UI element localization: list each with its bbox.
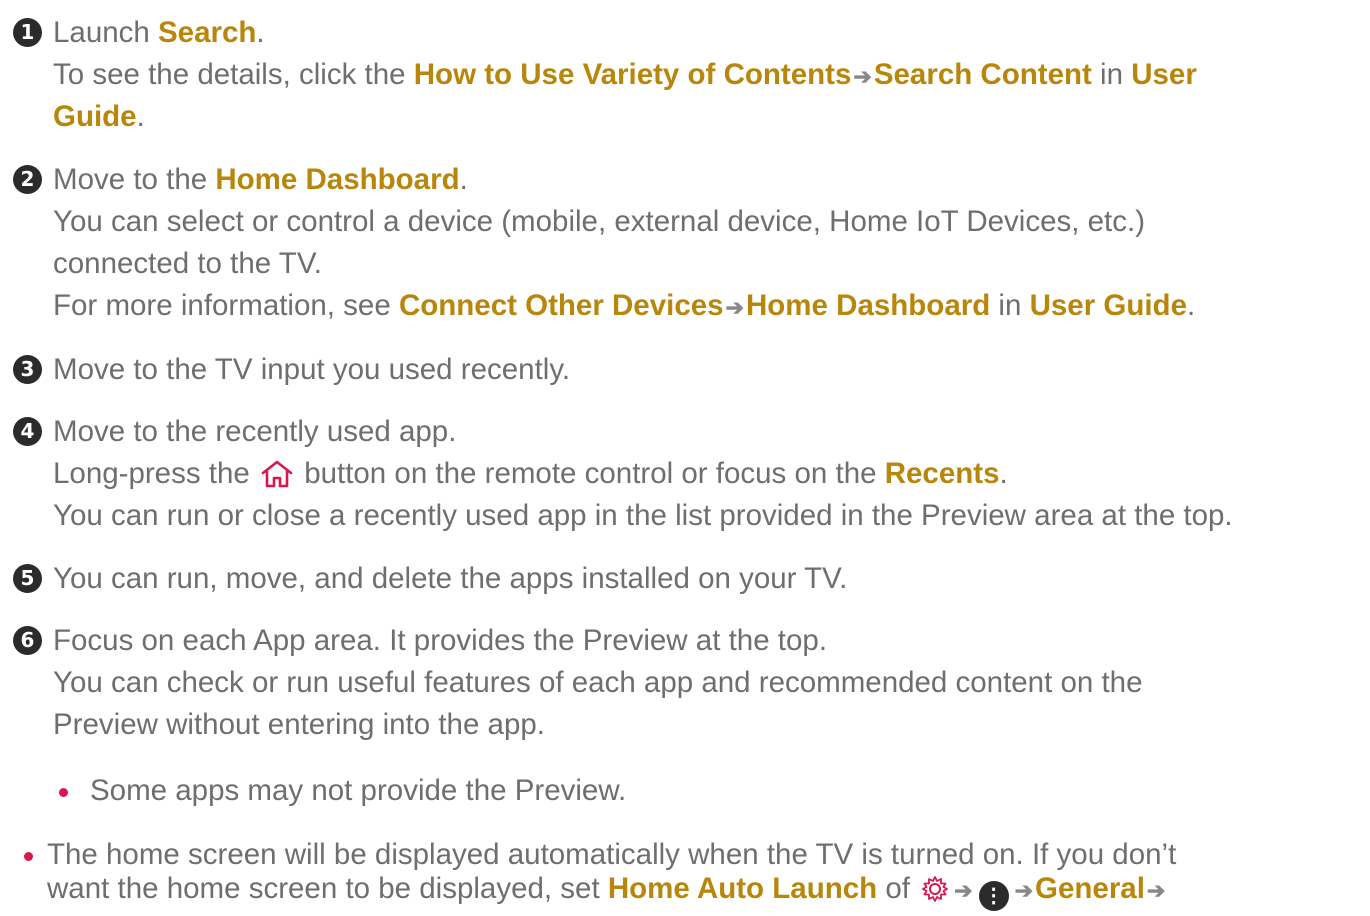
gear-icon [920,874,950,904]
step-detail: Long-press the button on the remote cont… [53,453,1008,495]
text: . [459,163,468,196]
arrow-right-icon: ➔ [853,64,872,89]
link-home-dashboard[interactable]: Home Dashboard [746,289,990,322]
step-detail: You can select or control a device (mobi… [53,205,1146,238]
link-how-to-use-contents[interactable]: How to Use Variety of Contents [414,58,852,91]
step-title: Launch Search. [53,12,265,54]
link-recents[interactable]: Recents [885,457,1000,490]
link-user-guide[interactable]: User Guide [1030,289,1187,322]
step-detail: You can check or run useful features of … [53,666,1143,699]
link-home-dashboard[interactable]: Home Dashboard [215,163,459,196]
link-connect-other-devices[interactable]: Connect Other Devices [399,289,724,322]
text: To see the details, click the [53,58,414,91]
text: . [256,16,265,49]
step-detail: Guide. [53,96,145,138]
sub-bullet-text: Some apps may not provide the Preview. [90,774,627,807]
step-detail: You can run or close a recently used app… [53,499,1233,532]
step-detail: To see the details, click the How to Use… [53,54,1197,98]
text: Launch [53,16,158,49]
text: . [136,100,145,133]
step-number-badge: 5 [13,564,42,593]
step-number-badge: 1 [13,18,42,47]
guide-page: 1 Launch Search. To see the details, cli… [0,0,1370,912]
link-home-auto-launch[interactable]: Home Auto Launch [608,872,877,905]
step-title: Move to the recently used app. [53,415,457,448]
text: button on the remote control or focus on… [296,457,885,490]
text: in [990,289,1030,322]
text: want the home screen to be displayed, se… [47,872,608,905]
step-title: Focus on each App area. It provides the … [53,624,828,657]
text: Move to the [53,163,216,196]
text: in [1091,58,1132,91]
arrow-right-icon: ➔ [1014,878,1034,903]
bullet-dot [59,788,68,797]
link-search[interactable]: Search [158,16,256,49]
step-title: Move to the Home Dashboard. [53,159,468,201]
step-number-badge: 4 [13,417,42,446]
step-detail: For more information, see Connect Other … [53,285,1195,329]
bullet-dot [24,852,33,861]
step-number-badge: 2 [13,165,42,194]
step-number-badge: 6 [13,626,42,655]
arrow-right-icon: ➔ [725,295,744,320]
step-title: You can run, move, and delete the apps i… [53,562,848,595]
step-detail: connected to the TV. [53,247,322,280]
note-line: want the home screen to be displayed, se… [47,868,1167,912]
step-detail: Preview without entering into the app. [53,708,545,741]
more-menu-icon: ⋮ [978,881,1009,911]
link-user-guide[interactable]: Guide [53,100,137,133]
text: of [877,872,919,905]
arrow-right-icon: ➔ [954,878,973,903]
step-number-badge: 3 [13,355,42,384]
text: . [1186,289,1196,322]
text: Long-press the [53,457,258,490]
link-general[interactable]: General [1035,872,1145,905]
text: . [999,457,1008,490]
link-user-guide[interactable]: User [1131,58,1197,91]
text: For more information, see [53,289,399,322]
arrow-right-icon: ➔ [1146,878,1166,903]
home-icon [260,459,294,489]
link-search-content[interactable]: Search Content [874,58,1092,91]
step-title: Move to the TV input you used recently. [53,353,571,386]
